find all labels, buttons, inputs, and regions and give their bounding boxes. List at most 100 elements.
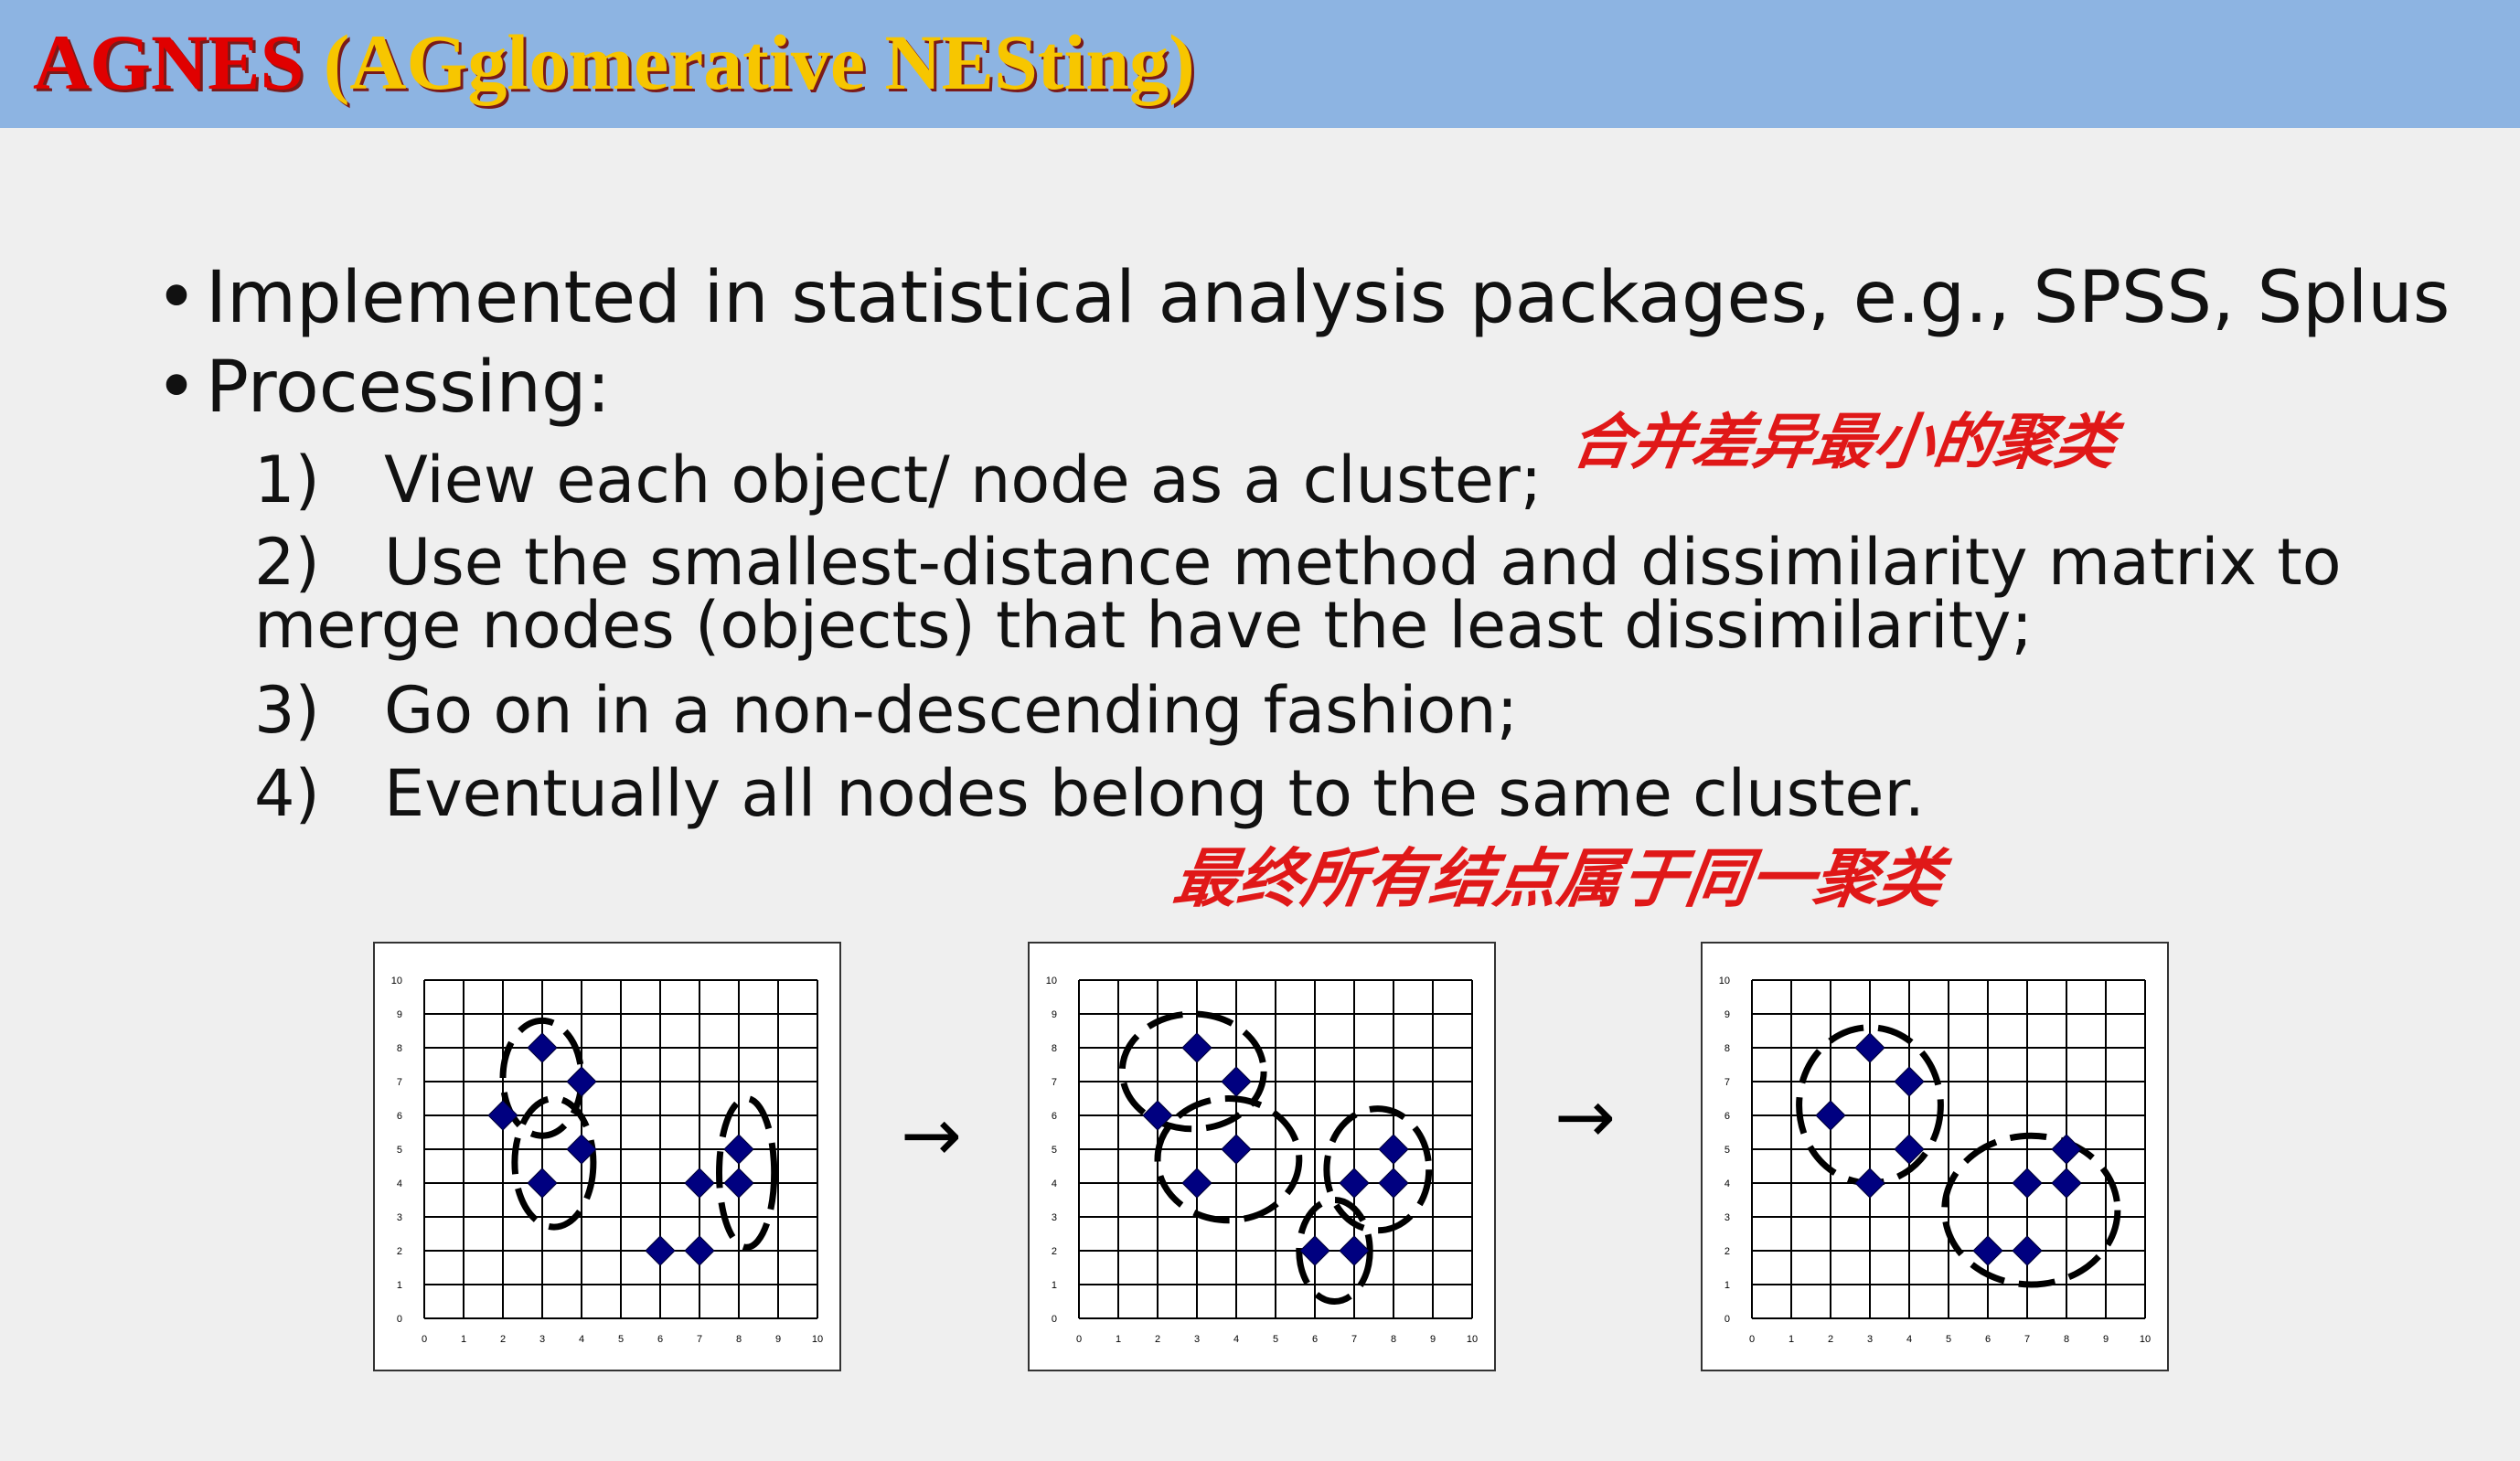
y-tick-label: 1 [1052, 1280, 1057, 1291]
y-tick-label: 8 [397, 1043, 402, 1054]
scatter-chart-step1: 0 1 2 3 4 5 6 7 8 9 10 0 1 2 3 4 5 6 7 8 9 10 [391, 976, 823, 1345]
x-tick-label: 5 [1273, 1334, 1278, 1345]
y-tick-label: 2 [1052, 1246, 1057, 1257]
data-point [566, 1066, 597, 1097]
chart-panel-step2: 0 1 2 3 4 5 6 7 8 9 10 0 1 2 3 4 5 6 7 8 9 10 [1028, 942, 1496, 1371]
x-tick-label: 9 [2103, 1334, 2109, 1345]
y-tick-label: 0 [397, 1314, 402, 1325]
y-tick-label: 9 [1052, 1009, 1057, 1020]
y-tick-label: 7 [397, 1077, 402, 1088]
x-tick-label: 8 [2064, 1334, 2069, 1345]
scatter-chart-step2: 0 1 2 3 4 5 6 7 8 9 10 0 1 2 3 4 5 6 7 8 9 10 [1046, 976, 1478, 1345]
step-4: 4) Eventually all nodes belong to the sam… [254, 755, 1925, 832]
data-point [527, 1168, 558, 1199]
y-tick-label: 7 [1724, 1077, 1730, 1088]
cluster-ellipse [1323, 1105, 1433, 1234]
x-tick-label: 0 [1749, 1334, 1755, 1345]
y-tick-label: 8 [1724, 1043, 1730, 1054]
handwritten-note-merge: 合并差异最小的聚类 [1566, 406, 2120, 477]
data-point [1378, 1168, 1409, 1199]
data-point [1221, 1134, 1252, 1165]
x-tick-label: 8 [1391, 1334, 1396, 1345]
y-tick-label: 4 [397, 1178, 402, 1189]
x-tick-label: 5 [1946, 1334, 1951, 1345]
y-tick-label: 2 [397, 1246, 402, 1257]
data-point [527, 1032, 558, 1063]
x-tick-label: 0 [1076, 1334, 1082, 1345]
step-number: 4) [254, 756, 320, 831]
x-tick-label: 10 [1467, 1334, 1478, 1345]
title-subtitle: (AGglomerative NESting) [323, 18, 1195, 106]
data-point [2051, 1168, 2082, 1199]
bullet-text: Implemented in statistical analysis pack… [206, 257, 2451, 339]
y-tick-label: 1 [397, 1280, 402, 1291]
x-tick-label: 2 [1155, 1334, 1160, 1345]
step-2-continued: merge nodes (objects) that have the leas… [254, 587, 2033, 664]
y-tick-label: 5 [397, 1145, 402, 1156]
x-tick-label: 2 [500, 1334, 506, 1345]
data-point [1221, 1066, 1252, 1097]
data-point [1378, 1134, 1409, 1165]
cluster-ellipse [1154, 1095, 1303, 1224]
handwritten-note-final: 最终所有结点属于同一聚类 [1169, 840, 1949, 916]
data-point [1815, 1100, 1846, 1131]
y-tick-label: 2 [1724, 1246, 1730, 1257]
x-tick-label: 4 [1233, 1334, 1239, 1345]
x-tick-label: 4 [579, 1334, 584, 1345]
data-point [1181, 1032, 1212, 1063]
right-arrow-icon: → [901, 1093, 963, 1178]
y-tick-label: 6 [1052, 1111, 1057, 1122]
x-tick-label: 1 [1116, 1334, 1121, 1345]
x-tick-label: 4 [1906, 1334, 1912, 1345]
data-point [2012, 1168, 2043, 1199]
y-tick-label: 5 [1052, 1145, 1057, 1156]
data-point [1854, 1032, 1885, 1063]
bullet-processing: • Processing: [155, 344, 611, 432]
data-point [1972, 1235, 2003, 1266]
y-tick-label: 3 [1052, 1212, 1057, 1223]
data-point [1299, 1235, 1330, 1266]
right-arrow-icon: → [1554, 1074, 1617, 1159]
bullet-implemented: • Implemented in statistical analysis pac… [155, 254, 2450, 342]
y-tick-label: 6 [397, 1111, 402, 1122]
x-tick-label: 5 [618, 1334, 624, 1345]
step-text: Go on in a non-descending fashion; [384, 673, 1519, 748]
y-tick-label: 10 [391, 976, 402, 986]
x-tick-label: 3 [539, 1334, 545, 1345]
cluster-ellipse [1941, 1132, 2121, 1288]
data-point [1181, 1168, 1212, 1199]
x-tick-label: 6 [657, 1334, 663, 1345]
x-tick-label: 10 [812, 1334, 823, 1345]
x-tick-label: 3 [1194, 1334, 1200, 1345]
y-tick-label: 10 [1046, 976, 1057, 986]
title-bar: AGNES (AGglomerative NESting) [0, 0, 2520, 128]
step-text: Eventually all nodes belong to the same … [384, 756, 1926, 831]
data-point [723, 1134, 754, 1165]
title-main: AGNES [33, 18, 324, 106]
step-text: View each object/ node as a cluster; [384, 443, 1543, 517]
data-point [645, 1235, 676, 1266]
y-tick-label: 8 [1052, 1043, 1057, 1054]
y-tick-label: 9 [397, 1009, 402, 1020]
cluster-ellipse [716, 1095, 778, 1251]
x-tick-label: 10 [2140, 1334, 2151, 1345]
data-point [684, 1235, 715, 1266]
data-point [2012, 1235, 2043, 1266]
data-point [487, 1100, 518, 1131]
y-tick-label: 0 [1052, 1314, 1057, 1325]
x-tick-label: 6 [1312, 1334, 1318, 1345]
y-tick-label: 6 [1724, 1111, 1730, 1122]
y-tick-label: 5 [1724, 1145, 1730, 1156]
step-number: 3) [254, 673, 320, 748]
slide-title: AGNES (AGglomerative NESting) [33, 16, 1195, 108]
step-number: 1) [254, 443, 320, 517]
x-tick-label: 8 [736, 1334, 742, 1345]
x-tick-label: 6 [1985, 1334, 1991, 1345]
x-tick-label: 0 [422, 1334, 427, 1345]
y-tick-label: 3 [397, 1212, 402, 1223]
step-3: 3) Go on in a non-descending fashion; [254, 672, 1518, 749]
data-point [1854, 1168, 1885, 1199]
data-point [1339, 1235, 1370, 1266]
x-tick-label: 1 [461, 1334, 466, 1345]
x-tick-label: 9 [775, 1334, 781, 1345]
